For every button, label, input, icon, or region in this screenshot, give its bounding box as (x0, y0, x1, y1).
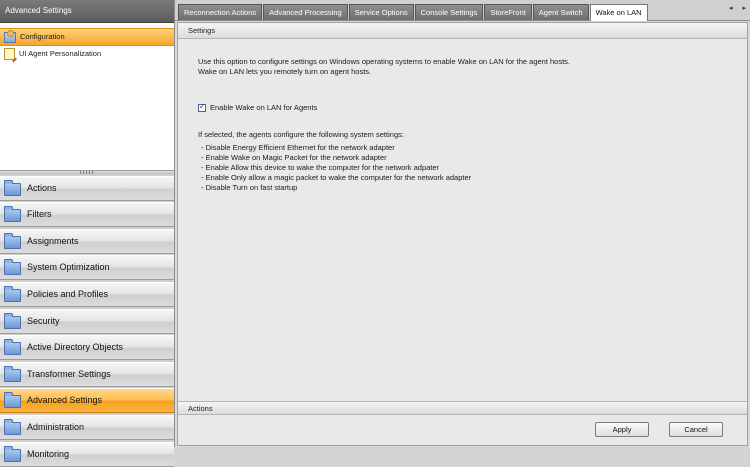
settings-section-header: Settings (178, 23, 747, 39)
folder-icon (4, 259, 21, 276)
settings-tree: Configuration UI Agent Personalization (0, 23, 174, 62)
folder-icon (4, 418, 21, 435)
nav-item-active-directory-objects[interactable]: Active Directory Objects (0, 335, 174, 361)
enable-wol-checkbox-label[interactable]: Enable Wake on LAN for Agents (210, 103, 317, 112)
enable-wol-checkbox-row[interactable]: Enable Wake on LAN for Agents (198, 102, 317, 112)
list-item: - Enable Only allow a magic packet to wa… (201, 173, 472, 182)
tab-service-options[interactable]: Service Options (348, 4, 414, 20)
description-line: Wake on LAN lets you remotely turn on ag… (198, 67, 372, 76)
nav-item-transformer-settings[interactable]: Transformer Settings (0, 361, 174, 387)
list-item: - Disable Energy Efficient Ethernet for … (201, 143, 395, 152)
folder-icon (4, 312, 21, 329)
description-line: Use this option to configure settings on… (198, 57, 571, 66)
nav-item-monitoring[interactable]: Monitoring (0, 441, 174, 467)
settings-intro-text: If selected, the agents configure the fo… (198, 130, 404, 139)
folder-icon (4, 392, 21, 409)
tab-scroll-controls: ◂ ▸ (729, 4, 746, 12)
tree-item-ui-agent-personalization[interactable]: UI Agent Personalization (0, 46, 174, 62)
left-panel-title: Advanced Settings (0, 0, 174, 23)
nav-item-label: Filters (27, 209, 52, 220)
folder-icon (4, 206, 21, 223)
apply-button[interactable]: Apply (595, 422, 649, 437)
ui-personalization-icon (4, 48, 15, 60)
nav-item-security[interactable]: Security (0, 308, 174, 334)
list-item: - Enable Allow this device to wake the c… (201, 163, 440, 172)
tree-item-configuration[interactable]: Configuration (0, 28, 174, 46)
tab-wake-on-lan[interactable]: Wake on LAN (589, 4, 648, 21)
description: Use this option to configure settings on… (198, 57, 718, 77)
settings-body: Use this option to configure settings on… (178, 39, 747, 401)
tab-agent-switch[interactable]: Agent Switch (532, 4, 589, 20)
folder-icon (4, 179, 21, 196)
nav-item-administration[interactable]: Administration (0, 414, 174, 440)
nav-item-assignments[interactable]: Assignments (0, 228, 174, 254)
nav-item-label: Transformer Settings (27, 368, 111, 379)
nav-item-filters[interactable]: Filters (0, 202, 174, 228)
tab-scroll-left-icon[interactable]: ◂ (729, 4, 733, 12)
nav-item-label: Assignments (27, 235, 79, 246)
nav-item-label: Security (27, 315, 60, 326)
nav-item-policies-and-profiles[interactable]: Policies and Profiles (0, 281, 174, 307)
folder-icon (4, 339, 21, 356)
folder-icon (4, 285, 21, 302)
nav-item-system-optimization[interactable]: System Optimization (0, 255, 174, 281)
configuration-icon (4, 29, 16, 43)
cancel-button[interactable]: Cancel (669, 422, 723, 437)
tab-content: Settings Use this option to configure se… (177, 22, 748, 446)
nav-item-label: Actions (27, 182, 57, 193)
folder-icon (4, 445, 21, 462)
tab-advanced-processing[interactable]: Advanced Processing (263, 4, 348, 20)
tab-storefront[interactable]: StoreFront (484, 4, 532, 20)
nav-item-label: Active Directory Objects (27, 342, 124, 353)
tab-bar: Reconnection Actions Advanced Processing… (175, 0, 750, 21)
nav-item-label: Monitoring (27, 448, 70, 459)
folder-icon (4, 232, 21, 249)
main-panel: Reconnection Actions Advanced Processing… (175, 0, 750, 447)
tab-console-settings[interactable]: Console Settings (414, 4, 484, 20)
actions-section-header: Actions (178, 401, 747, 415)
tree-item-label: Configuration (20, 32, 65, 41)
nav-item-label: Policies and Profiles (27, 288, 109, 299)
nav-item-label: Advanced Settings (27, 395, 103, 406)
folder-icon (4, 365, 21, 382)
nav-item-advanced-settings[interactable]: Advanced Settings (0, 388, 174, 414)
tab-scroll-right-icon[interactable]: ▸ (742, 4, 746, 12)
enable-wol-checkbox[interactable] (198, 102, 206, 112)
nav-item-label: System Optimization (27, 262, 110, 273)
list-item: - Enable Wake on Magic Packet for the ne… (201, 153, 387, 162)
nav-item-actions[interactable]: Actions (0, 175, 174, 201)
navigation-list: Actions Filters Assignments System Optim… (0, 174, 174, 467)
actions-body: Apply Cancel (178, 415, 747, 445)
tree-item-label: UI Agent Personalization (19, 49, 102, 58)
nav-item-label: Administration (27, 421, 85, 432)
settings-bullet-list: - Disable Energy Efficient Ethernet for … (201, 143, 471, 193)
tab-reconnection-actions[interactable]: Reconnection Actions (178, 4, 263, 20)
list-item: - Disable Turn on fast startup (201, 183, 298, 192)
